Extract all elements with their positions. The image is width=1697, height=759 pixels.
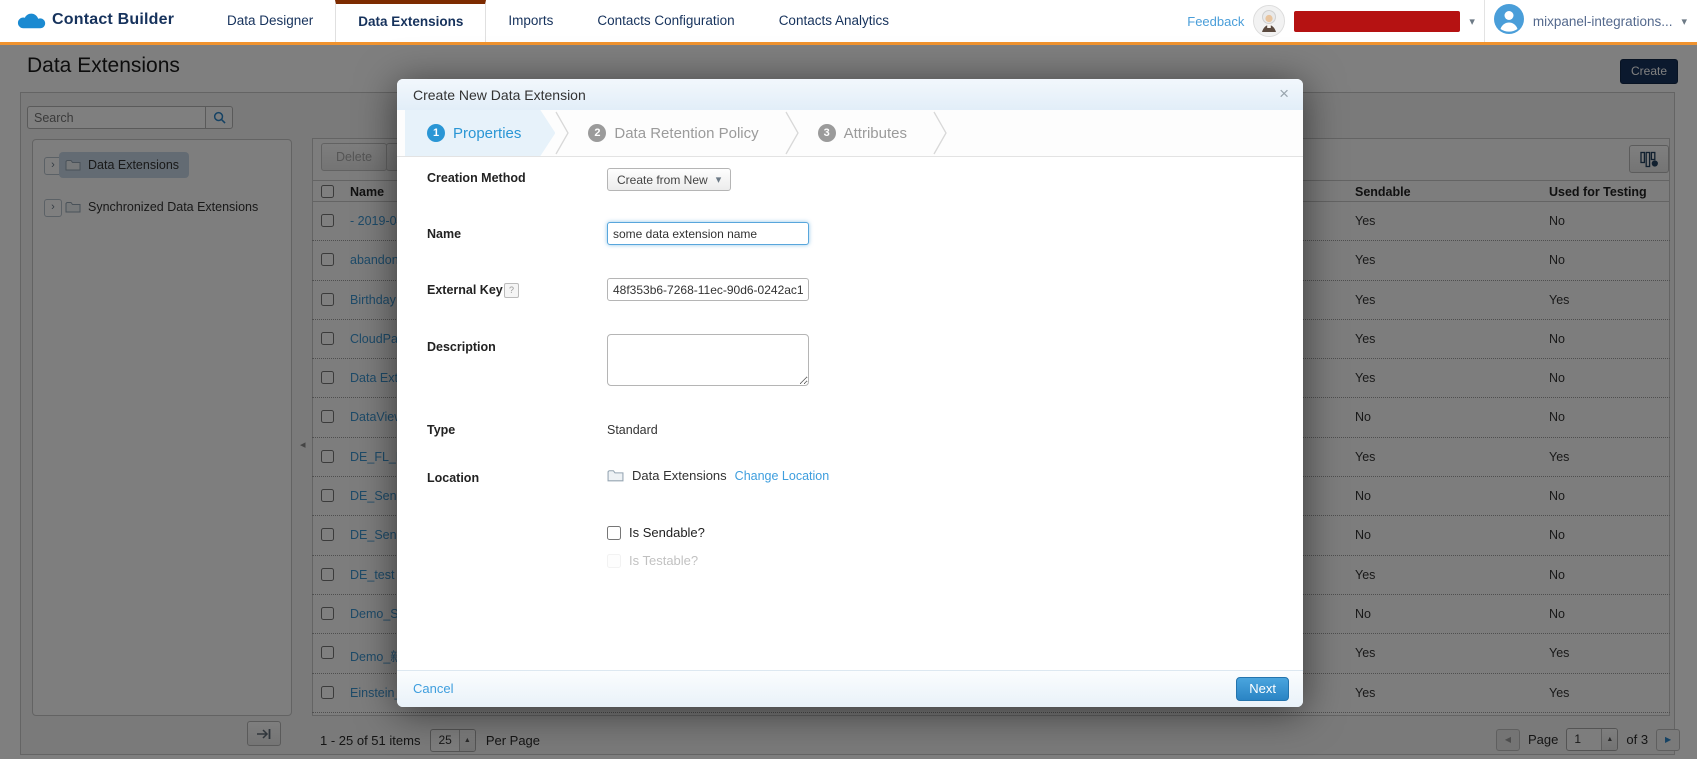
step-separator-icon <box>555 110 570 156</box>
type-label: Type <box>427 423 455 437</box>
step-number-badge: 1 <box>427 124 445 142</box>
creation-method-value: Create from New <box>617 173 708 187</box>
creation-method-label: Creation Method <box>427 171 526 185</box>
location-row: Data Extensions Change Location <box>607 468 829 483</box>
account-name[interactable]: mixpanel-integrations... <box>1533 14 1673 29</box>
redacted-account-block[interactable] <box>1294 11 1460 32</box>
nav-item-data-extensions[interactable]: Data Extensions <box>335 0 486 42</box>
nav-item-data-designer[interactable]: Data Designer <box>205 0 335 42</box>
nav-divider <box>1484 0 1485 42</box>
change-location-link[interactable]: Change Location <box>735 469 830 483</box>
cloud-logo-icon <box>15 10 48 37</box>
is-sendable-row: Is Sendable? <box>607 525 705 540</box>
creation-method-dropdown[interactable]: Create from New ▾ <box>607 168 731 191</box>
is-sendable-label: Is Sendable? <box>629 525 705 540</box>
modal-footer: Cancel Next <box>397 670 1303 707</box>
step-separator-icon <box>785 110 800 156</box>
modal-title: Create New Data Extension <box>413 87 586 103</box>
description-label: Description <box>427 340 496 354</box>
caret-down-icon: ▾ <box>716 173 722 186</box>
nav-item-imports[interactable]: Imports <box>486 0 575 42</box>
location-label: Location <box>427 471 479 485</box>
cancel-link[interactable]: Cancel <box>413 681 453 696</box>
is-testable-label: Is Testable? <box>629 553 698 568</box>
name-input[interactable] <box>607 222 809 245</box>
nav-item-contacts-analytics[interactable]: Contacts Analytics <box>757 0 911 42</box>
app-title: Contact Builder <box>52 11 174 29</box>
next-button[interactable]: Next <box>1236 677 1289 701</box>
is-sendable-checkbox[interactable] <box>607 526 621 540</box>
nav-items: Data DesignerData ExtensionsImportsConta… <box>205 0 911 42</box>
name-label: Name <box>427 227 461 241</box>
location-value: Data Extensions <box>632 468 727 483</box>
screen: Data Extensions Create › Data Extensions… <box>0 0 1697 759</box>
wizard-step-attributes[interactable]: 3 Attributes <box>800 110 933 156</box>
einstein-avatar[interactable] <box>1253 5 1285 37</box>
top-nav: Contact Builder Data DesignerData Extens… <box>0 0 1697 45</box>
modal-header: Create New Data Extension × <box>397 79 1303 111</box>
wizard-steps: 1 Properties 2 Data Retention Policy 3 A… <box>397 110 1303 157</box>
type-value: Standard <box>607 423 658 437</box>
external-key-input[interactable] <box>607 278 809 301</box>
nav-item-contacts-configuration[interactable]: Contacts Configuration <box>575 0 756 42</box>
wizard-step-properties[interactable]: 1 Properties <box>405 110 555 156</box>
step-label: Data Retention Policy <box>614 125 758 142</box>
step-number-badge: 2 <box>588 124 606 142</box>
step-label: Attributes <box>844 125 907 142</box>
close-icon[interactable]: × <box>1279 84 1289 104</box>
is-testable-row: Is Testable? <box>607 553 698 568</box>
is-testable-checkbox <box>607 554 621 568</box>
caret-down-icon[interactable]: ▾ <box>1469 15 1475 28</box>
description-textarea[interactable] <box>607 334 809 386</box>
step-label: Properties <box>453 125 521 142</box>
feedback-link[interactable]: Feedback <box>1187 14 1244 29</box>
external-key-label: External Key <box>427 283 503 297</box>
wizard-step-data-retention-policy[interactable]: 2 Data Retention Policy <box>570 110 784 156</box>
caret-down-icon[interactable]: ▾ <box>1681 15 1687 28</box>
help-icon[interactable]: ? <box>504 283 519 298</box>
step-number-badge: 3 <box>818 124 836 142</box>
create-data-extension-modal: Create New Data Extension × 1 Properties… <box>397 79 1303 707</box>
user-avatar[interactable] <box>1494 4 1524 39</box>
folder-icon <box>607 469 624 482</box>
nav-right-cluster: Feedback ▾ mixpanel-integrations... ▾ <box>1187 0 1687 42</box>
step-separator-icon <box>933 110 948 156</box>
